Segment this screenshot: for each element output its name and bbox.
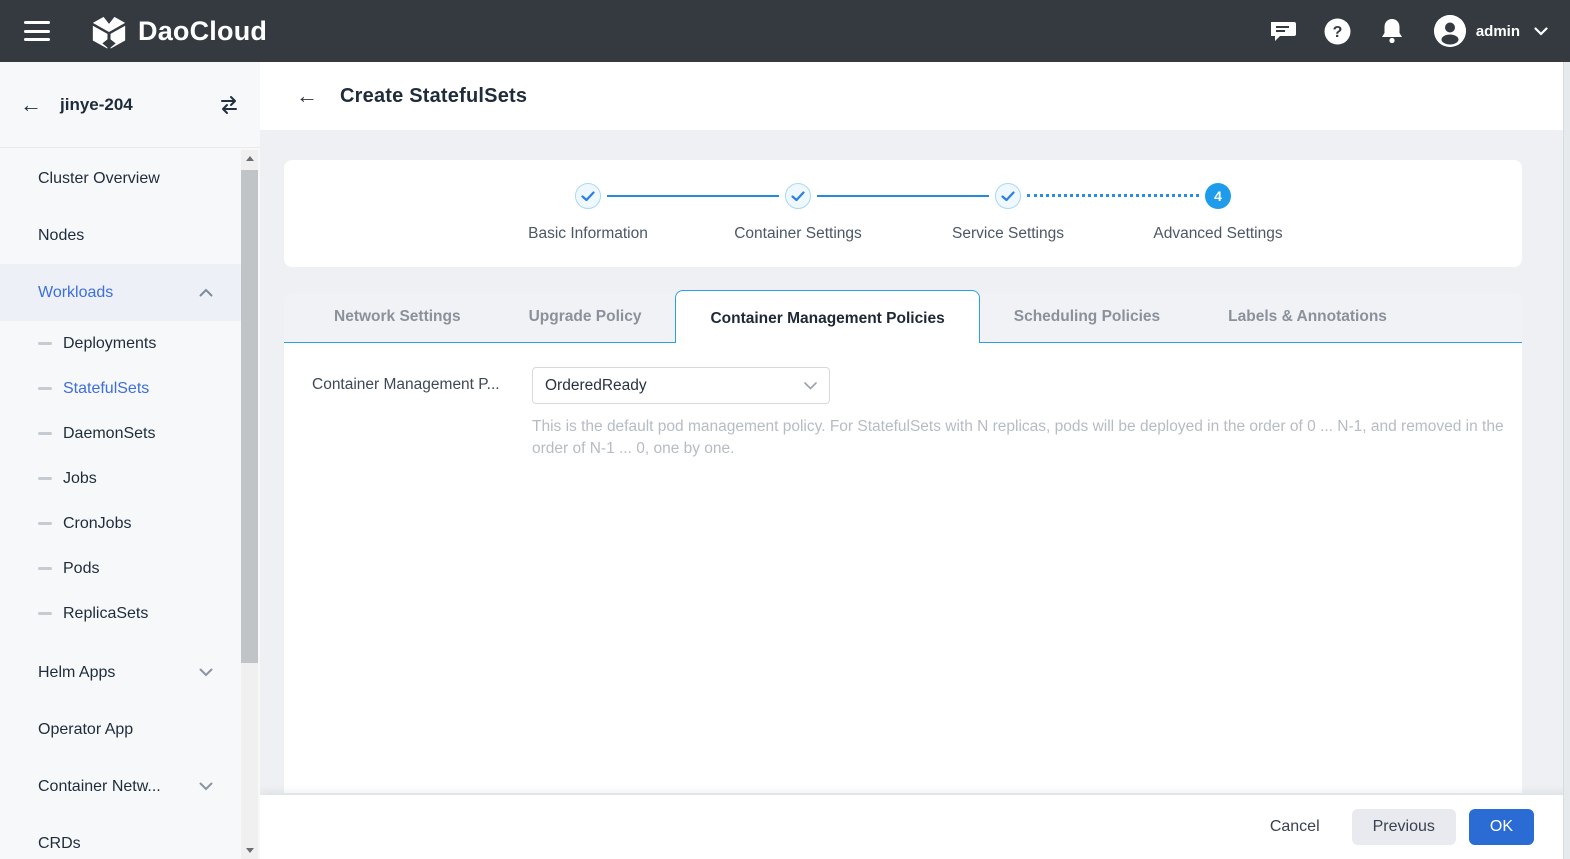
sidebar-item-jobs[interactable]: Jobs <box>0 456 241 501</box>
sidebar-item-cluster-overview[interactable]: Cluster Overview <box>0 150 241 207</box>
tabbar: Network Settings Upgrade Policy Containe… <box>284 290 1522 343</box>
sidebar-item-label: Container Netw... <box>38 777 161 795</box>
tab-container-management-policies[interactable]: Container Management Policies <box>675 290 980 343</box>
sidebar-item-label: Operator App <box>38 720 134 738</box>
field-label: Container Management P... <box>312 376 500 393</box>
dash-icon <box>38 522 52 525</box>
cluster-name: jinye-204 <box>60 94 133 114</box>
sidebar-item-deployments[interactable]: Deployments <box>0 321 241 366</box>
sidebar-item-pods[interactable]: Pods <box>0 546 241 591</box>
sidebar-item-label: Jobs <box>63 469 97 487</box>
footer-actions: Cancel Previous OK <box>260 795 1570 859</box>
sidebar-item-replicasets[interactable]: ReplicaSets <box>0 591 241 636</box>
messages-icon[interactable] <box>1270 17 1298 45</box>
sidebar-scrollbar[interactable] <box>241 150 258 859</box>
dash-icon <box>38 477 52 480</box>
step-advanced-settings: 4 Advanced Settings <box>1027 183 1323 267</box>
main-scrollbar-track[interactable] <box>1563 62 1570 859</box>
chevron-down-icon <box>804 381 817 390</box>
help-icon[interactable]: ? <box>1324 17 1352 45</box>
step-label: Service Settings <box>952 225 1064 242</box>
dash-icon <box>38 567 52 570</box>
sidebar-item-label: Cluster Overview <box>38 169 160 187</box>
sidebar-item-label: CRDs <box>38 834 81 852</box>
step-number-badge: 4 <box>1205 183 1231 209</box>
tab-upgrade-policy[interactable]: Upgrade Policy <box>495 292 676 342</box>
sidebar-nav: Cluster Overview Nodes Workloads Deploym… <box>0 150 241 859</box>
sidebar-item-container-network[interactable]: Container Netw... <box>0 758 241 815</box>
sidebar-item-crds[interactable]: CRDs <box>0 815 241 859</box>
ok-button[interactable]: OK <box>1468 809 1534 845</box>
dash-icon <box>38 612 52 615</box>
sidebar-item-operator-app[interactable]: Operator App <box>0 701 241 758</box>
tab-network-settings[interactable]: Network Settings <box>300 292 495 342</box>
step-check-icon <box>785 183 811 209</box>
sidebar-item-helm-apps[interactable]: Helm Apps <box>0 644 241 701</box>
svg-text:?: ? <box>1333 24 1343 41</box>
dash-icon <box>38 432 52 435</box>
scroll-up-icon[interactable] <box>241 150 258 167</box>
sidebar-item-statefulsets[interactable]: StatefulSets <box>0 366 241 411</box>
main-content: ← Create StatefulSets Basic Information … <box>260 62 1570 859</box>
brand-name: DaoCloud <box>138 15 268 46</box>
topbar: DaoCloud ? admin <box>0 0 1570 62</box>
sidebar-item-label: Helm Apps <box>38 663 116 681</box>
page-back-icon[interactable]: ← <box>296 85 318 107</box>
pod-management-policy-select[interactable]: OrderedReady <box>532 367 830 404</box>
sidebar-item-label: Pods <box>63 559 100 577</box>
field-help-text: This is the default pod management polic… <box>532 418 1504 457</box>
chevron-down-icon <box>199 668 213 677</box>
step-check-icon <box>575 183 601 209</box>
tab-scheduling-policies[interactable]: Scheduling Policies <box>980 292 1194 342</box>
sidebar-item-workloads[interactable]: Workloads <box>0 264 241 321</box>
sidebar-item-label: ReplicaSets <box>63 604 149 622</box>
dash-icon <box>38 342 52 345</box>
sidebar-item-label: CronJobs <box>63 514 132 532</box>
tab-panel-body: Container Management P... OrderedReady T… <box>284 343 1522 793</box>
page-title: Create StatefulSets <box>340 84 528 107</box>
sidebar-item-nodes[interactable]: Nodes <box>0 207 241 264</box>
cluster-back-icon[interactable]: ← <box>20 93 42 116</box>
settings-panel: Network Settings Upgrade Policy Containe… <box>284 290 1522 793</box>
chevron-down-icon <box>199 782 213 791</box>
avatar[interactable] <box>1433 15 1466 47</box>
menu-icon[interactable] <box>24 21 50 41</box>
sidebar-item-label: DaemonSets <box>63 424 156 442</box>
brand-logo[interactable]: DaoCloud <box>90 12 267 50</box>
step-label: Advanced Settings <box>1153 225 1283 242</box>
page-header: ← Create StatefulSets <box>260 62 1570 130</box>
notifications-icon[interactable] <box>1378 17 1406 45</box>
switch-cluster-icon[interactable] <box>218 95 240 115</box>
sidebar-item-label: StatefulSets <box>63 379 150 397</box>
sidebar-header: ← jinye-204 <box>0 62 260 148</box>
step-number: 4 <box>1214 188 1222 204</box>
previous-button[interactable]: Previous <box>1351 809 1456 845</box>
tab-labels-annotations[interactable]: Labels & Annotations <box>1194 292 1421 342</box>
sidebar-item-label: Deployments <box>63 334 157 352</box>
username[interactable]: admin <box>1476 23 1520 40</box>
cancel-button[interactable]: Cancel <box>1270 818 1320 836</box>
step-label: Container Settings <box>734 225 862 242</box>
dash-icon <box>38 387 52 390</box>
sidebar-item-daemonsets[interactable]: DaemonSets <box>0 411 241 456</box>
sidebar-item-label: Workloads <box>38 283 114 301</box>
scroll-down-icon[interactable] <box>241 842 258 859</box>
scrollbar-thumb[interactable] <box>241 170 258 663</box>
step-label: Basic Information <box>528 225 648 242</box>
sidebar-item-cronjobs[interactable]: CronJobs <box>0 501 241 546</box>
sidebar: ← jinye-204 Cluster Overview Nodes Workl… <box>0 62 260 859</box>
form-row: Container Management P... OrderedReady T… <box>312 367 1522 460</box>
step-check-icon <box>995 183 1021 209</box>
daocloud-logo-icon <box>92 13 126 49</box>
sidebar-item-label: Nodes <box>38 226 85 244</box>
chevron-up-icon <box>199 288 213 297</box>
stepper-card: Basic Information Container Settings Ser… <box>284 160 1522 267</box>
user-menu-chevron-icon[interactable] <box>1534 26 1548 36</box>
select-value: OrderedReady <box>545 376 647 394</box>
